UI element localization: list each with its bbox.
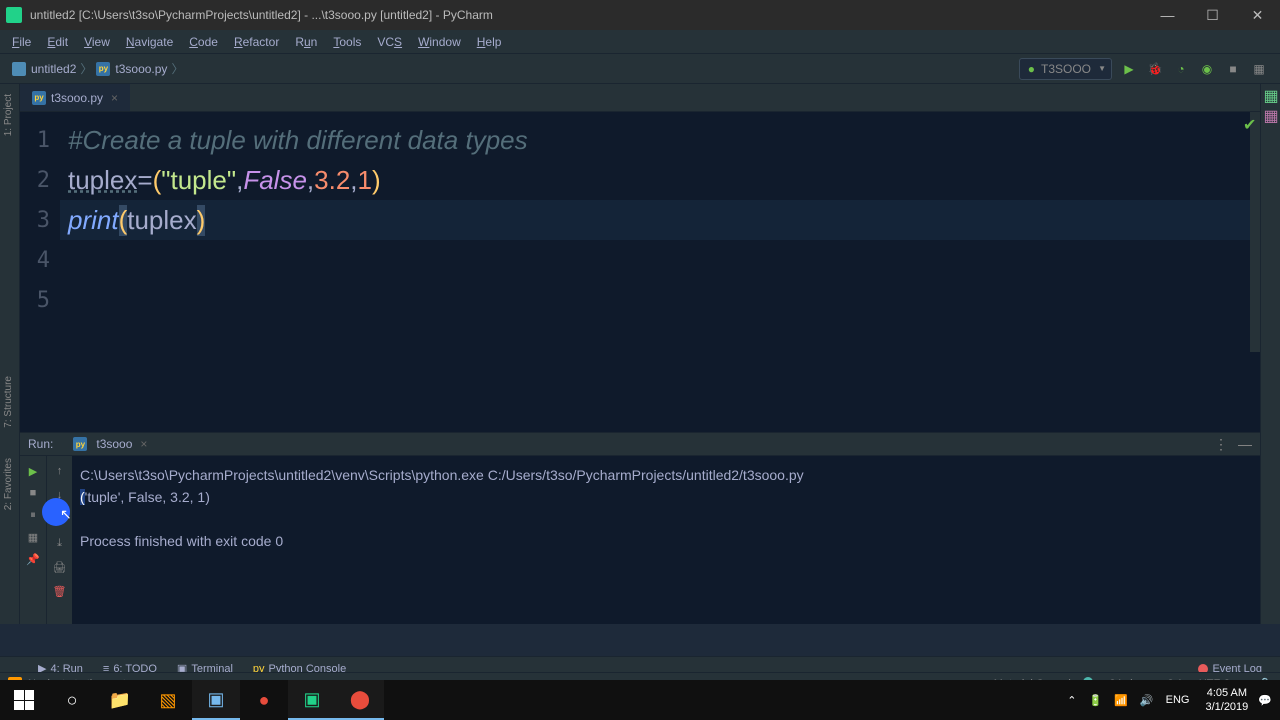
menu-edit[interactable]: Edit	[39, 32, 76, 52]
code-function: print	[68, 205, 119, 236]
line-number: 1	[20, 120, 60, 160]
debug-button[interactable]: 🐞	[1146, 60, 1164, 78]
chevron-right-icon: 〉	[80, 60, 92, 77]
line-number: 4	[20, 240, 60, 280]
database-tool-icon[interactable]: ▦	[1263, 88, 1279, 104]
python-file-icon: py	[96, 62, 110, 76]
run-button[interactable]: ▶	[1120, 60, 1138, 78]
run-tab-t3sooo[interactable]: py t3sooo ×	[65, 435, 155, 453]
favorites-tool-button[interactable]: 2: Favorites	[0, 448, 17, 520]
up-arrow-button[interactable]: ↑	[51, 462, 69, 480]
editor-scrollbar[interactable]	[1250, 112, 1260, 352]
close-button[interactable]: ✕	[1235, 0, 1280, 30]
menu-view[interactable]: View	[76, 32, 118, 52]
run-label: Run:	[28, 437, 53, 451]
run-tool-window: ▶ ■ ⏸ ▦ 📌 ↑ ↓ ⇄ ⤓ 🖨 🗑 C:\Users\t3so\Pych…	[20, 456, 1260, 624]
windows-taskbar: ○ 📁 ▧ ▣ ● ▣ ⬤ ⌃ 🔋 📶 🔊 ENG 4:05 AM 3/1/20…	[0, 680, 1280, 720]
menu-run[interactable]: Run	[287, 32, 325, 52]
print-button[interactable]: 🖨	[51, 558, 69, 576]
action-center-icon[interactable]: 💬	[1258, 694, 1272, 707]
close-run-tab-button[interactable]: ×	[140, 437, 147, 451]
wifi-icon[interactable]: 📶	[1114, 694, 1128, 707]
code-editor[interactable]: 1 2 3 4 5 #Create a tuple with different…	[20, 112, 1260, 432]
start-button[interactable]	[0, 680, 48, 720]
menu-vcs[interactable]: VCS	[369, 32, 410, 52]
run-with-coverage-button[interactable]: ◔	[1172, 60, 1190, 78]
run-toolbar-secondary: ↑ ↓ ⇄ ⤓ 🖨 🗑	[46, 456, 72, 624]
scroll-to-end-button[interactable]: ⤓	[51, 534, 69, 552]
menu-navigate[interactable]: Navigate	[118, 32, 181, 52]
menu-code[interactable]: Code	[181, 32, 226, 52]
volume-icon[interactable]: 🔊	[1140, 694, 1154, 707]
system-clock[interactable]: 4:05 AM 3/1/2019	[1205, 686, 1248, 714]
output-line: ('tuple', False, 3.2, 1)	[80, 486, 1252, 508]
exit-code-line: Process finished with exit code 0	[80, 530, 1252, 552]
opera-icon[interactable]: ●	[240, 680, 288, 720]
project-tool-button[interactable]: 1: Project	[0, 84, 17, 146]
python-file-icon: py	[73, 437, 87, 451]
pause-button[interactable]: ⏸	[24, 506, 42, 524]
console-output[interactable]: C:\Users\t3so\PycharmProjects\untitled2\…	[72, 456, 1260, 624]
rerun-button[interactable]: ▶	[24, 462, 42, 480]
layout-button[interactable]: ▦	[24, 528, 42, 546]
line-number: 2	[20, 160, 60, 200]
run-configuration-selector[interactable]: ● T3SOOO	[1019, 58, 1112, 80]
minimize-button[interactable]: —	[1145, 0, 1190, 30]
pycharm-icon	[6, 7, 22, 23]
line-number: 3	[20, 200, 60, 240]
code-content[interactable]: #Create a tuple with different data type…	[60, 112, 1260, 432]
tab-label: t3sooo.py	[51, 91, 103, 105]
left-tool-window-bar: 1: Project 7: Structure 2: Favorites	[0, 84, 20, 624]
menu-window[interactable]: Window	[410, 32, 469, 52]
app-icon[interactable]: ▣	[192, 680, 240, 720]
pin-button[interactable]: 📌	[24, 550, 42, 568]
recorder-icon[interactable]: ⬤	[336, 680, 384, 720]
mouse-pointer: ↖	[60, 506, 72, 523]
tab-t3sooo[interactable]: py t3sooo.py ×	[20, 84, 131, 111]
code-variable: tuplex	[68, 165, 137, 196]
window-titlebar: untitled2 [C:\Users\t3so\PycharmProjects…	[0, 0, 1280, 30]
menu-help[interactable]: Help	[469, 32, 510, 52]
menu-refactor[interactable]: Refactor	[226, 32, 287, 52]
breadcrumb-file[interactable]: py t3sooo.py 〉	[96, 60, 187, 77]
file-explorer-icon[interactable]: 📁	[96, 680, 144, 720]
run-settings-button[interactable]: ⋮	[1214, 436, 1228, 453]
chevron-right-icon: 〉	[171, 60, 183, 77]
gutter: 1 2 3 4 5	[20, 112, 60, 432]
structure-tool-button[interactable]: 7: Structure	[0, 366, 17, 438]
language-indicator[interactable]: ENG	[1166, 694, 1190, 706]
stop-button[interactable]: ■	[1224, 60, 1242, 78]
maximize-button[interactable]: ☐	[1190, 0, 1235, 30]
pycharm-taskbar-icon[interactable]: ▣	[288, 680, 336, 720]
window-title: untitled2 [C:\Users\t3so\PycharmProjects…	[30, 8, 1145, 22]
right-tool-window-bar: ▦ ▦	[1260, 84, 1280, 624]
menubar: File Edit View Navigate Code Refactor Ru…	[0, 30, 1280, 54]
menu-file[interactable]: File	[4, 32, 39, 52]
folder-icon	[12, 62, 26, 76]
navigation-bar: untitled2 〉 py t3sooo.py 〉 ● T3SOOO ▶ 🐞 …	[0, 54, 1280, 84]
cortana-search-button[interactable]: ○	[48, 680, 96, 720]
code-comment: #Create a tuple with different data type…	[68, 125, 528, 156]
battery-icon[interactable]: 🔋	[1089, 694, 1103, 707]
show-hidden-icons[interactable]: ⌃	[1067, 694, 1076, 707]
line-number: 5	[20, 280, 60, 320]
command-line: C:\Users\t3so\PycharmProjects\untitled2\…	[80, 464, 1252, 486]
run-toolbar-primary: ▶ ■ ⏸ ▦ 📌	[20, 456, 46, 624]
clear-button[interactable]: 🗑	[51, 582, 69, 600]
search-everywhere-button[interactable]: ▦	[1250, 60, 1268, 78]
hide-run-button[interactable]: —	[1238, 436, 1252, 453]
menu-tools[interactable]: Tools	[325, 32, 369, 52]
editor-tabs: py t3sooo.py ×	[20, 84, 1260, 112]
run-tool-window-header: Run: py t3sooo × ⋮ —	[20, 432, 1260, 456]
inspection-indicator[interactable]: ✔	[1243, 115, 1257, 129]
sciview-tool-icon[interactable]: ▦	[1263, 108, 1279, 124]
sublime-text-icon[interactable]: ▧	[144, 680, 192, 720]
python-file-icon: py	[32, 91, 46, 105]
close-tab-button[interactable]: ×	[111, 91, 118, 105]
profile-button[interactable]: ◉	[1198, 60, 1216, 78]
breadcrumb-project[interactable]: untitled2 〉	[12, 60, 96, 77]
stop-run-button[interactable]: ■	[24, 484, 42, 502]
